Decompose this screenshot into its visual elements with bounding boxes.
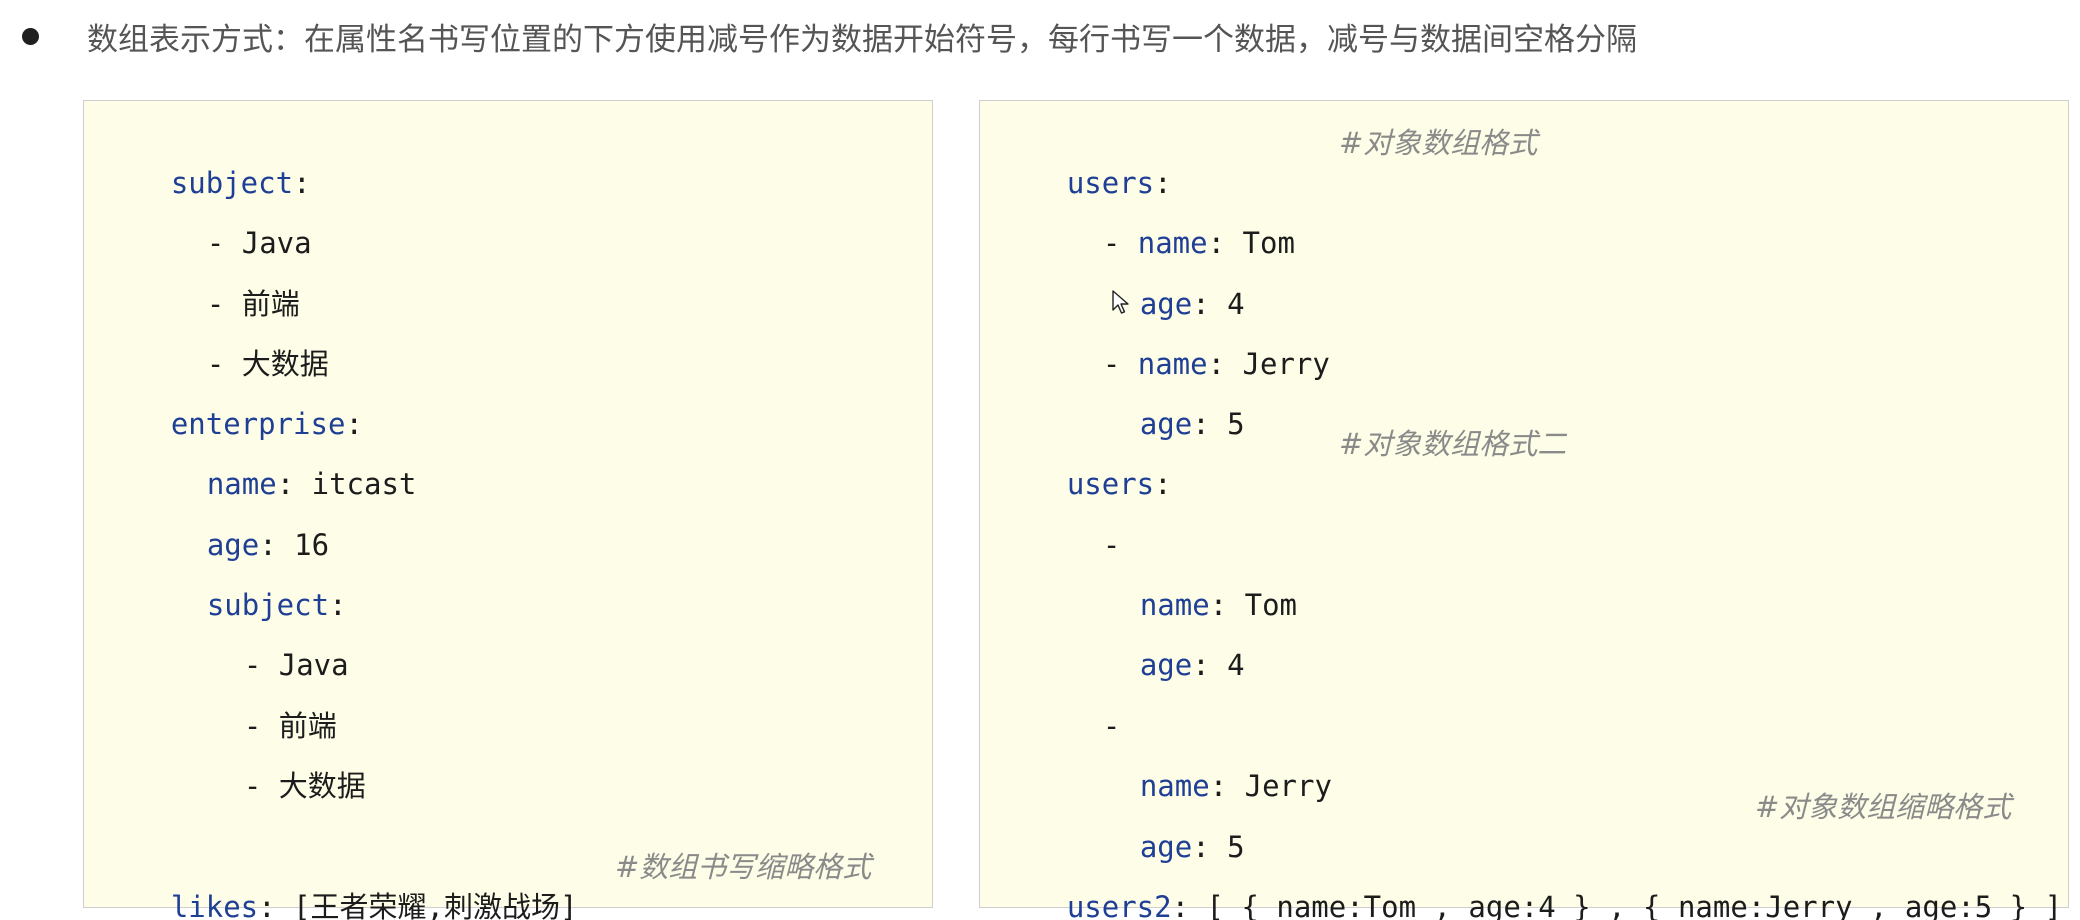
code-line: enterprise: — [101, 364, 363, 441]
code-line: - name: Tom — [997, 183, 1295, 260]
yaml-value: [王者荣耀,刺激战场] — [275, 890, 578, 920]
code-line: subject: — [101, 545, 347, 622]
code-line: users: — [997, 123, 1172, 200]
code-line: - Java — [101, 605, 349, 682]
code-line: age: 5 — [997, 364, 1245, 441]
code-line: - 大数据 — [101, 726, 366, 803]
heading-text: 数组表示方式：在属性名书写位置的下方使用减号作为数据开始符号，每行书写一个数据，… — [87, 21, 1637, 58]
mouse-pointer-icon — [1112, 290, 1129, 314]
yaml-value: 4 — [1209, 648, 1245, 682]
code-line: age: 5 — [997, 787, 1245, 864]
colon: : — [1171, 890, 1190, 920]
code-line: users2: [ { name:Tom , age:4 } , { name:… — [997, 847, 2062, 920]
code-line: name: Jerry — [997, 726, 1332, 803]
code-line: age: 4 — [997, 244, 1245, 321]
code-line: - — [997, 666, 1120, 743]
code-panel-right: users: #对象数组格式 - name: Tom age: 4 - name… — [979, 100, 2069, 920]
yaml-value: 5 — [1209, 407, 1245, 441]
code-line: likes: [王者荣耀,刺激战场] — [101, 847, 578, 920]
code-line: name: Tom — [997, 545, 1297, 622]
code-comment: #对象数组格式 — [1339, 126, 1538, 160]
code-line: - name: Jerry — [997, 304, 1330, 381]
code-line: - 前端 — [101, 666, 337, 743]
yaml-key: age — [1139, 648, 1193, 682]
code-line: users: — [997, 424, 1172, 501]
code-line: - 大数据 — [101, 304, 329, 381]
code-comment: #对象数组缩略格式 — [1755, 790, 2012, 824]
code-panel-left: subject: - Java - 前端 - 大数据 enterprise: n… — [83, 100, 933, 920]
code-line: subject: — [101, 123, 311, 200]
colon: : — [1192, 407, 1210, 441]
code-line: age: 16 — [101, 485, 329, 562]
bullet-icon — [22, 27, 39, 45]
heading: 数组表示方式：在属性名书写位置的下方使用减号作为数据开始符号，每行书写一个数据，… — [22, 14, 1637, 58]
yaml-key: likes — [170, 890, 259, 920]
code-line: - 前端 — [101, 244, 300, 321]
code-comment: #对象数组格式二 — [1339, 427, 1567, 461]
yaml-value: [ { name:Tom , age:4 } , { name:Jerry , … — [1189, 890, 2063, 920]
colon: : — [1154, 467, 1172, 501]
yaml-key: users2 — [1066, 890, 1172, 920]
code-line: age: 4 — [997, 605, 1245, 682]
array-item: - 大数据 — [243, 769, 366, 803]
colon: : — [258, 890, 276, 920]
code-comment: #数组书写缩略格式 — [615, 850, 872, 884]
code-line: - Java — [101, 183, 312, 260]
colon: : — [1192, 648, 1210, 682]
code-line: - — [997, 485, 1120, 562]
code-line: name: itcast — [101, 424, 417, 501]
